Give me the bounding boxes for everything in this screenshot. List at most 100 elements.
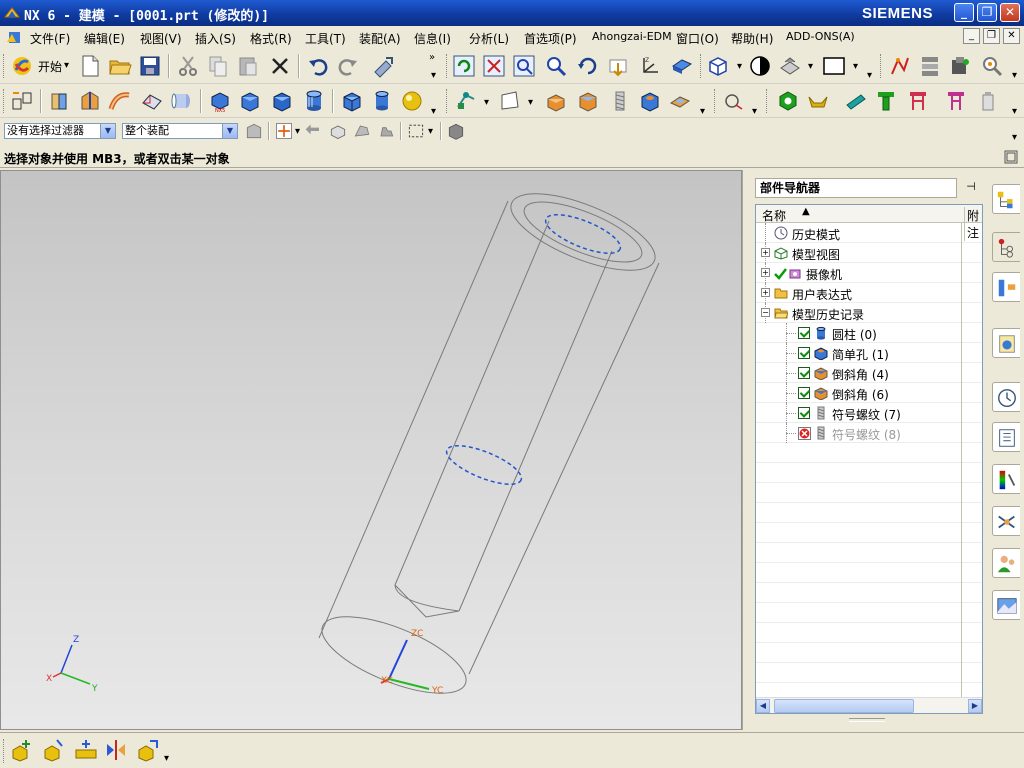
add-component-icon[interactable] (10, 738, 34, 762)
measure-icon[interactable] (918, 54, 942, 78)
expand-icon[interactable]: + (761, 288, 770, 297)
menu-view[interactable]: 视图(V) (140, 30, 182, 47)
bolt-icon[interactable] (844, 89, 868, 113)
open-icon[interactable] (108, 54, 132, 78)
doc-close-button[interactable]: ✕ (1003, 28, 1020, 44)
pad-icon[interactable] (668, 89, 692, 113)
scroll-thumb[interactable] (774, 699, 914, 713)
fit-icon[interactable] (482, 54, 506, 78)
toolbar-dropdown-arrow[interactable]: ▾ (1012, 132, 1017, 143)
manufacturing-tab[interactable] (992, 506, 1020, 536)
rotate-icon[interactable] (576, 54, 600, 78)
feature-checkbox[interactable] (798, 327, 810, 339)
toolbar-dropdown-arrow[interactable]: ▾ (164, 753, 169, 764)
check-icon[interactable] (774, 267, 787, 280)
orient-view-icon[interactable] (670, 54, 694, 78)
solid-body-icon[interactable] (328, 121, 348, 141)
mirror-assembly-icon[interactable] (104, 738, 128, 762)
cylinder2-icon[interactable] (370, 89, 394, 113)
snap-point-icon[interactable] (274, 121, 294, 141)
background-dropdown[interactable]: ▾ (853, 61, 858, 72)
expand-icon[interactable]: + (761, 248, 770, 257)
background-icon[interactable] (822, 54, 846, 78)
thread-icon[interactable] (608, 89, 632, 113)
column-icon[interactable] (976, 89, 1000, 113)
chevron-down-icon[interactable]: ▼ (100, 124, 115, 138)
close-button[interactable]: ✕ (1000, 3, 1020, 22)
new-parent-icon[interactable] (74, 738, 98, 762)
menu-edit[interactable]: 编辑(E) (84, 30, 125, 47)
plane-dropdown[interactable]: ▾ (528, 97, 533, 108)
analysis-icon[interactable] (888, 54, 912, 78)
arrow-back-icon[interactable] (304, 121, 324, 141)
system-scenes-tab[interactable] (992, 590, 1020, 620)
start-icon[interactable] (10, 54, 34, 78)
doc-restore-button[interactable]: ❐ (983, 28, 1000, 44)
collapse-icon[interactable]: − (761, 308, 770, 317)
menu-format[interactable]: 格式(R) (250, 30, 292, 47)
tree-node[interactable]: 符号螺纹 (8) (756, 423, 982, 443)
web-browser-tab[interactable] (992, 328, 1020, 358)
graphics-window[interactable]: ZC YC XC Z Y X (0, 170, 742, 730)
extrude-icon[interactable] (48, 89, 72, 113)
toolbar-dropdown-arrow[interactable]: ▾ (867, 70, 872, 81)
toolbar-dropdown-arrow[interactable]: ▾ (1012, 70, 1017, 81)
expand-icon[interactable]: + (761, 268, 770, 277)
tree-node[interactable]: 简单孔 (1) (756, 343, 982, 363)
menu-help[interactable]: 帮助(H) (731, 30, 773, 47)
rectangle-select-icon[interactable] (406, 121, 426, 141)
toolbar-dropdown-arrow[interactable]: ▾ (752, 106, 757, 117)
cut-icon[interactable] (176, 54, 200, 78)
tree-node[interactable]: + 模型视图 (756, 243, 982, 263)
revolve-icon[interactable] (78, 89, 102, 113)
edit-icon[interactable] (948, 54, 972, 78)
menu-analysis[interactable]: 分析(L) (469, 30, 509, 47)
snap-dropdown[interactable]: ▾ (295, 126, 300, 137)
column-header-name[interactable]: 名称 (762, 207, 786, 224)
toolbar-overflow-chevron[interactable]: » (429, 52, 435, 63)
restore-button[interactable]: ❐ (977, 3, 997, 22)
redo-icon[interactable] (336, 54, 360, 78)
menu-tools[interactable]: 工具(T) (305, 30, 346, 47)
post-icon[interactable] (944, 89, 968, 113)
block-icon[interactable] (238, 89, 262, 113)
history-tab[interactable] (992, 382, 1020, 412)
curve-icon[interactable] (722, 89, 746, 113)
chamfer-icon[interactable] (576, 89, 600, 113)
zoom-in-out-icon[interactable] (544, 54, 568, 78)
rectangle-select-dropdown[interactable]: ▾ (428, 126, 433, 137)
menu-ahongzai-edm[interactable]: Ahongzai-EDM (592, 30, 672, 43)
selection-scope-select[interactable]: 整个装配 ▼ (122, 123, 238, 139)
point-icon[interactable] (454, 89, 478, 113)
menu-file[interactable]: 文件(F) (30, 30, 70, 47)
tube-icon[interactable] (140, 89, 164, 113)
roles-tab[interactable] (992, 548, 1020, 578)
menu-add-ons[interactable]: ADD-ONS(A) (786, 30, 855, 43)
expand-cue-icon[interactable] (1004, 150, 1018, 164)
delete-icon[interactable] (268, 54, 292, 78)
save-icon[interactable] (138, 54, 162, 78)
new-component-icon[interactable] (42, 738, 66, 762)
hand-select-icon[interactable] (376, 121, 396, 141)
type-filter-select[interactable]: 没有选择过滤器 ▼ (4, 123, 116, 139)
paste-icon[interactable] (236, 54, 260, 78)
model-view[interactable]: ZC YC XC Z Y X (1, 171, 741, 729)
scroll-right-icon[interactable]: ▶ (968, 699, 982, 713)
panel-resize-grip[interactable] (849, 718, 885, 722)
block2-icon[interactable] (270, 89, 294, 113)
cube-filter-icon[interactable] (446, 121, 466, 141)
sort-ascending-icon[interactable]: ▲ (802, 206, 810, 217)
horizontal-scrollbar[interactable]: ◀ ▶ (756, 697, 982, 713)
nx5-block-icon[interactable]: NX5 (208, 89, 232, 113)
suppressed-icon[interactable] (798, 427, 811, 440)
copy-icon[interactable] (206, 54, 230, 78)
constraint-navigator-tab[interactable] (992, 272, 1020, 302)
wcs-icon[interactable]: Z (638, 54, 662, 78)
feature-select-icon[interactable] (352, 121, 372, 141)
assembly-navigator-tab[interactable] (992, 184, 1020, 214)
tree-node[interactable]: 历史模式 (756, 223, 982, 243)
menu-preferences[interactable]: 首选项(P) (524, 30, 577, 47)
menu-insert[interactable]: 插入(S) (195, 30, 236, 47)
tree-node[interactable]: + 摄像机 (756, 263, 982, 283)
box-icon[interactable] (340, 89, 364, 113)
